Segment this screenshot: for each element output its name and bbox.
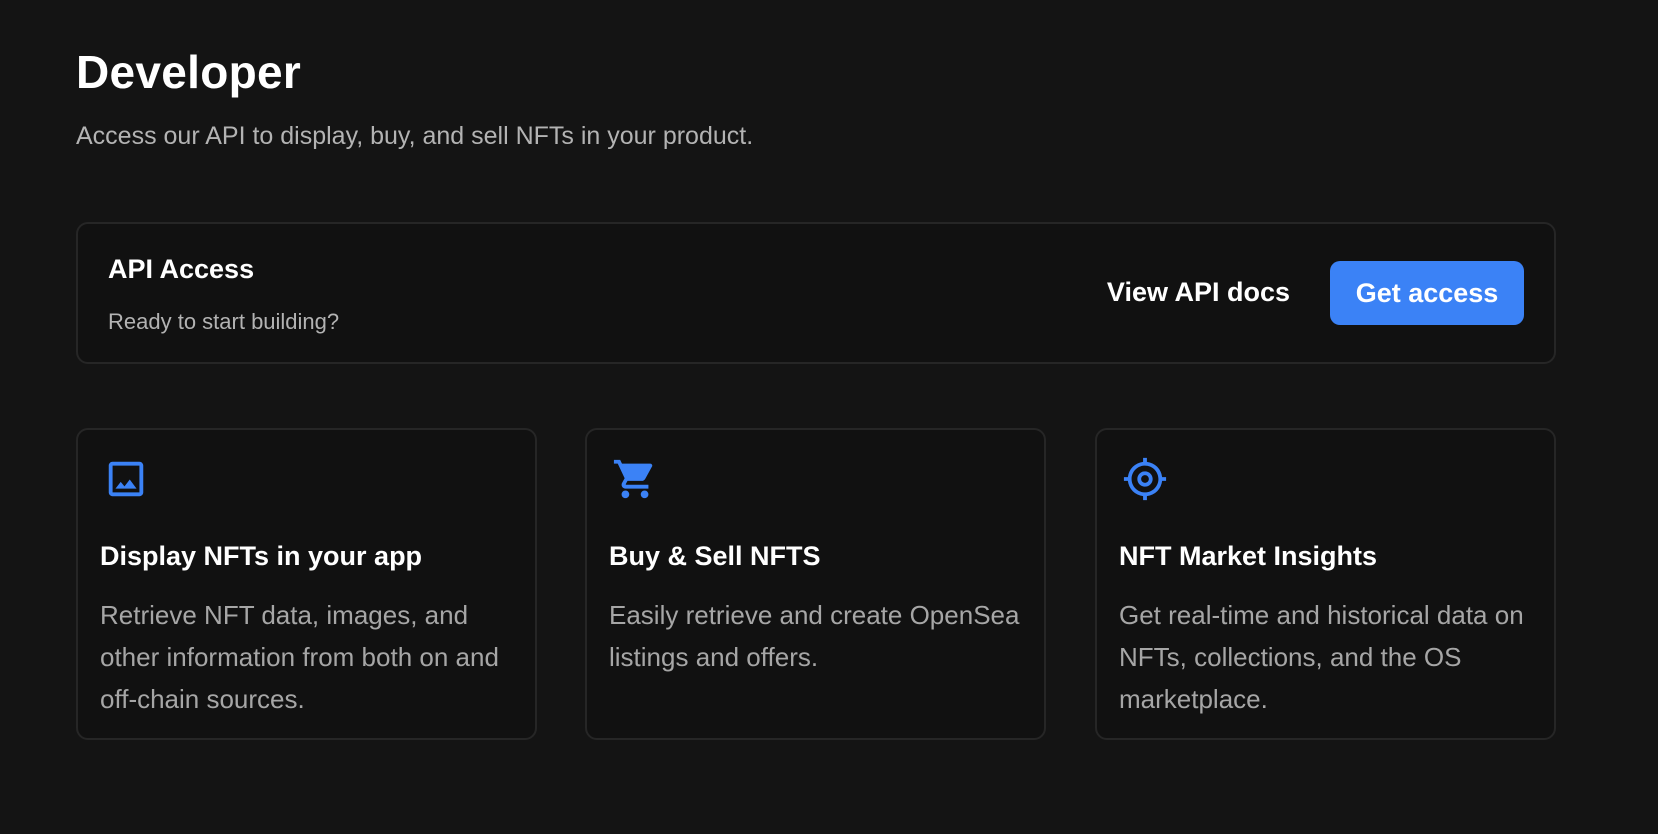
feature-title: NFT Market Insights <box>1119 541 1378 571</box>
api-access-card: API Access Ready to start building? View… <box>76 222 1556 364</box>
feature-card-buy-sell: Buy & Sell NFTS Easily retrieve and crea… <box>585 428 1046 740</box>
page-subtitle: Access our API to display, buy, and sell… <box>76 122 754 150</box>
page-title: Developer <box>76 46 302 98</box>
feature-title: Display NFTs in your app <box>100 541 423 571</box>
target-icon <box>1123 457 1167 501</box>
shopping-cart-icon <box>613 459 653 499</box>
feature-title: Buy & Sell NFTS <box>609 541 821 571</box>
feature-card-display-nfts: Display NFTs in your app Retrieve NFT da… <box>76 428 537 740</box>
feature-card-market-insights: NFT Market Insights Get real-time and hi… <box>1095 428 1556 740</box>
feature-description: Retrieve NFT data, images, and other inf… <box>100 600 499 714</box>
api-access-title: API Access <box>108 254 255 284</box>
developer-page: Developer Access our API to display, buy… <box>0 0 1658 834</box>
get-access-button[interactable]: Get access <box>1330 261 1524 325</box>
api-access-description: Ready to start building? <box>108 309 340 334</box>
view-api-docs-link[interactable]: View API docs <box>1107 274 1290 310</box>
image-icon <box>108 461 144 497</box>
feature-description: Easily retrieve and create OpenSea listi… <box>609 600 1020 672</box>
feature-description: Get real-time and historical data on NFT… <box>1119 600 1524 714</box>
